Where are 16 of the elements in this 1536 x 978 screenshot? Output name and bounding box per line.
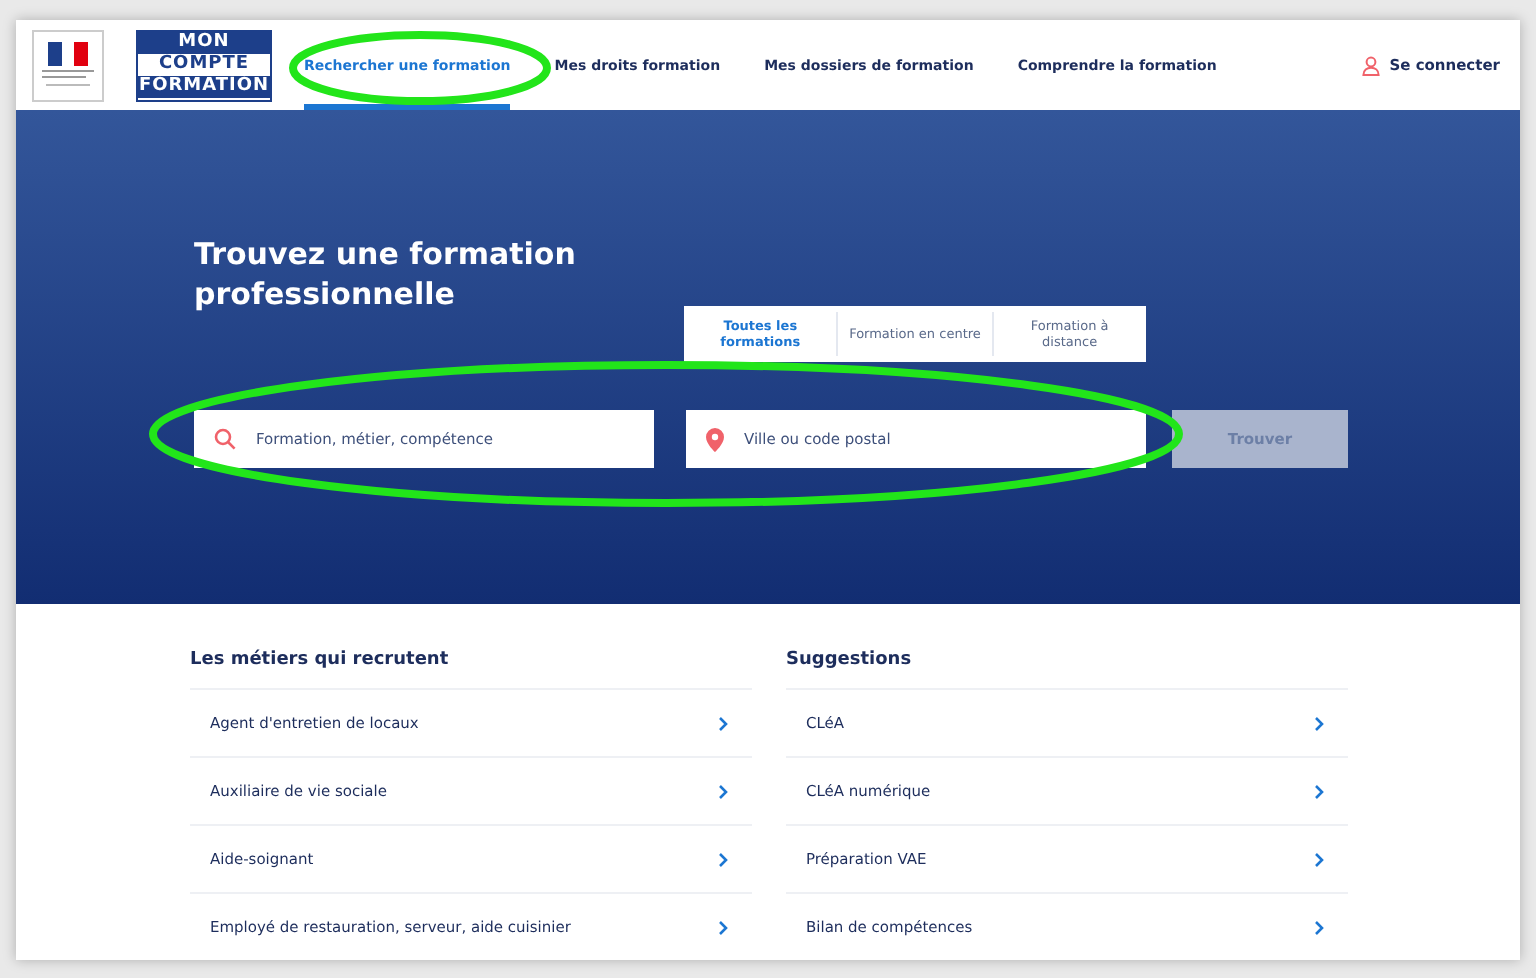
brand-logo[interactable]: MON COMPTE FORMATION xyxy=(136,29,272,101)
chevron-icon xyxy=(718,919,728,935)
chevron-icon xyxy=(718,715,728,731)
chevron-icon xyxy=(1314,919,1324,935)
chevron-icon xyxy=(1314,851,1324,867)
chevron-icon xyxy=(1314,783,1324,799)
hero-title: Trouvez une formation professionnelle xyxy=(194,234,578,314)
user-icon xyxy=(1361,55,1380,75)
location-pin-icon xyxy=(706,427,724,451)
section-title: Suggestions xyxy=(786,648,914,672)
chevron-icon xyxy=(1314,715,1324,731)
chevron-icon xyxy=(718,851,728,867)
chevron-icon xyxy=(718,783,728,799)
search-icon xyxy=(214,428,236,450)
section-title: Les métiers qui recrutent xyxy=(190,648,451,672)
government-logo xyxy=(32,29,104,101)
